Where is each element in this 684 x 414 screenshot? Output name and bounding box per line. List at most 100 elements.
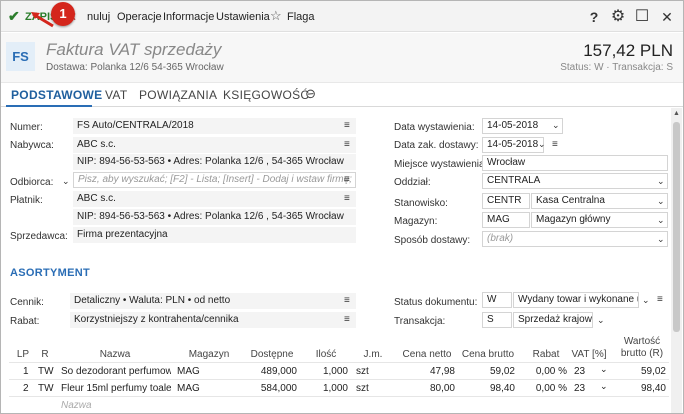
row-dostepne: 584,000 — [260, 383, 297, 394]
sprzedawca-field[interactable]: Firma prezentacyjna — [73, 227, 356, 243]
delivery-address: Dostawa: Polanka 12/6 54-365 Wrocław — [46, 62, 224, 73]
data-wystawienia-dropdown-icon[interactable]: ⌄ — [552, 117, 560, 133]
odbiorca-dropdown-icon[interactable]: ⌄ — [62, 173, 70, 189]
odbiorca-input[interactable]: Pisz, aby wyszukać; [F2] - Lista; [Inser… — [73, 172, 356, 188]
col-jm[interactable]: J.m. — [357, 349, 389, 360]
data-wystawienia-field[interactable]: 14-05-2018 — [482, 118, 563, 134]
odbiorca-menu-icon[interactable]: ≡ — [344, 172, 350, 188]
row-cena-brutto[interactable]: 98,40 — [471, 383, 515, 394]
col-vat[interactable]: VAT [%] — [569, 349, 609, 360]
row-ilosc[interactable]: 1,000 — [306, 366, 348, 377]
platnik-field[interactable]: ABC s.c. — [73, 191, 356, 207]
help-icon[interactable]: ? — [585, 8, 603, 26]
gear-icon[interactable]: ⚙ — [609, 8, 627, 26]
numer-menu-icon[interactable]: ≡ — [344, 118, 350, 134]
col-dostepne[interactable]: Dostępne — [246, 349, 298, 360]
rabat-menu-icon[interactable]: ≡ — [344, 312, 350, 328]
oddzial-label: Oddział: — [394, 177, 431, 188]
document-header: FS Faktura VAT sprzedaży Dostawa: Polank… — [1, 33, 683, 83]
data-zak-menu-icon[interactable]: ≡ — [552, 137, 558, 153]
sposob-dostawy-label: Sposób dostawy: — [394, 235, 471, 246]
row-vat[interactable]: 23 — [574, 366, 585, 377]
status-dokumentu-code[interactable]: W — [482, 292, 512, 308]
transakcja-dropdown-icon[interactable]: ⌄ — [597, 312, 605, 328]
maximize-icon[interactable]: ☐ — [633, 8, 651, 26]
new-row-name-input[interactable]: Nazwa — [61, 400, 92, 411]
col-wartosc-line1: Wartość — [623, 336, 661, 347]
col-rabat[interactable]: Rabat — [526, 349, 566, 360]
cancel-label-text: nuluj — [87, 11, 111, 23]
rabat-field[interactable]: Korzystniejszy z kontrahenta/cennika — [70, 312, 356, 328]
close-icon[interactable]: ✕ — [658, 8, 676, 26]
rabat-label: Rabat: — [10, 316, 40, 327]
tab-ksiegowosc[interactable]: KSIĘGOWOŚĆ — [223, 88, 309, 102]
row-rabat[interactable]: 0,00 % — [527, 383, 567, 394]
status-dokumentu-field[interactable]: Wydany towar i wykonane u... — [513, 292, 639, 308]
row-magazyn: MAG — [177, 366, 200, 377]
status-dokumentu-label: Status dokumentu: — [394, 297, 478, 308]
document-title: Faktura VAT sprzedaży — [46, 40, 222, 59]
header-divider — [9, 362, 669, 363]
operations-menu[interactable]: Operacje — [117, 9, 162, 25]
magazyn-code[interactable]: MAG — [482, 212, 530, 228]
stanowisko-code[interactable]: CENTR — [482, 193, 530, 209]
transakcja-field[interactable]: Sprzedaż krajowa — [513, 312, 593, 328]
row-nazwa[interactable]: Fleur 15ml perfumy toalet. — [61, 383, 171, 394]
document-amount: 157,42 PLN — [583, 41, 673, 60]
flag-button[interactable]: ☆ Flaga — [270, 8, 315, 25]
data-zak-field[interactable]: 14-05-2018 — [482, 137, 544, 153]
scroll-up-icon[interactable]: ▲ — [673, 110, 680, 117]
row-vat-dropdown-icon[interactable]: ⌄ — [600, 381, 608, 392]
col-nazwa[interactable]: Nazwa — [59, 349, 171, 360]
stanowisko-label: Stanowisko: — [394, 198, 448, 209]
info-menu[interactable]: Informacje — [163, 9, 214, 25]
sposob-dostawy-field[interactable]: (brak) — [482, 231, 668, 247]
settings-menu[interactable]: Ustawienia — [216, 9, 270, 25]
cennik-menu-icon[interactable]: ≡ — [344, 293, 350, 309]
vertical-scrollbar[interactable]: ▲ — [671, 108, 682, 413]
row-cena-brutto[interactable]: 59,02 — [471, 366, 515, 377]
platnik-menu-icon[interactable]: ≡ — [344, 191, 350, 207]
nabywca-field[interactable]: ABC s.c. — [73, 137, 356, 153]
stanowisko-field[interactable]: Kasa Centralna — [531, 193, 668, 209]
tab-vat[interactable]: VAT — [105, 88, 127, 102]
col-magazyn[interactable]: Magazyn — [176, 349, 242, 360]
col-ilosc[interactable]: Ilość — [306, 349, 346, 360]
status-dokumentu-menu-icon[interactable]: ≡ — [657, 292, 663, 308]
tab-powiazania[interactable]: POWIĄZANIA — [139, 88, 217, 102]
sposob-dostawy-dropdown-icon[interactable]: ⌄ — [657, 231, 665, 247]
row-nazwa[interactable]: So dezodorant perfumow... — [61, 366, 171, 377]
magazyn-field[interactable]: Magazyn główny — [531, 212, 668, 228]
annotation-badge: 1 — [51, 2, 75, 26]
row-divider — [9, 379, 669, 380]
col-cena-netto[interactable]: Cena netto — [399, 349, 455, 360]
row-r: TW — [38, 383, 54, 394]
stanowisko-dropdown-icon[interactable]: ⌄ — [657, 193, 665, 209]
row-vat-dropdown-icon[interactable]: ⌄ — [600, 364, 608, 375]
numer-field[interactable]: FS Auto/CENTRALA/2018 — [73, 118, 356, 134]
magazyn-dropdown-icon[interactable]: ⌄ — [657, 212, 665, 228]
row-cena-netto[interactable]: 80,00 — [411, 383, 455, 394]
transakcja-code[interactable]: S — [482, 312, 512, 328]
miejsce-field[interactable]: Wrocław — [482, 155, 668, 171]
nabywca-menu-icon[interactable]: ≡ — [344, 137, 350, 153]
data-zak-dropdown-icon[interactable]: ⌄ — [538, 136, 546, 152]
col-cena-brutto[interactable]: Cena brutto — [460, 349, 516, 360]
row-cena-netto[interactable]: 47,98 — [411, 366, 455, 377]
miejsce-label: Miejsce wystawienia: — [394, 159, 488, 170]
col-lp[interactable]: LP — [13, 349, 33, 360]
data-zak-label: Data zak. dostawy: — [394, 140, 479, 151]
row-ilosc[interactable]: 1,000 — [306, 383, 348, 394]
col-wartosc[interactable]: Wartość brutto (R) — [616, 336, 668, 360]
oddzial-dropdown-icon[interactable]: ⌄ — [657, 173, 665, 189]
oddzial-field[interactable]: CENTRALA — [482, 173, 668, 189]
odbiorca-label[interactable]: Odbiorca: — [10, 177, 53, 188]
row-rabat[interactable]: 0,00 % — [527, 366, 567, 377]
tab-podstawowe[interactable]: PODSTAWOWE — [11, 88, 102, 102]
col-r[interactable]: R — [38, 349, 52, 360]
row-vat[interactable]: 23 — [574, 383, 585, 394]
status-dokumentu-dropdown-icon[interactable]: ⌄ — [642, 292, 650, 308]
scrollbar-thumb[interactable] — [673, 122, 680, 332]
col-wartosc-line2: brutto (R) — [620, 348, 664, 359]
cennik-field[interactable]: Detaliczny • Waluta: PLN • od netto — [70, 293, 356, 309]
